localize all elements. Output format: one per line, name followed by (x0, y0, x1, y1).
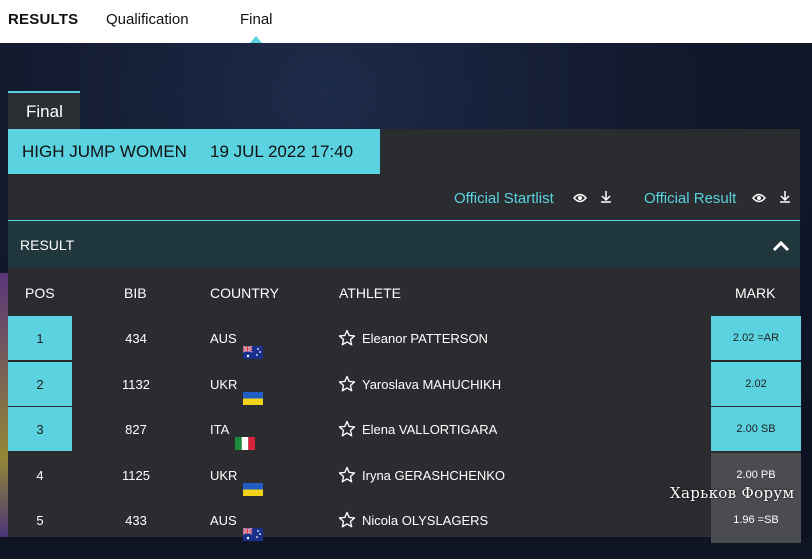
row-mark: 1.96 =SB (711, 498, 801, 543)
star-icon[interactable] (338, 466, 356, 484)
download-icon[interactable] (600, 190, 612, 206)
ukr-flag-icon (243, 378, 264, 405)
aus-flag-icon (242, 332, 263, 360)
row-bib: 434 (125, 331, 147, 346)
top-nav: RESULTS Qualification Final (0, 0, 812, 43)
header-mark: MARK (735, 285, 776, 301)
row-country: UKR (210, 453, 264, 498)
table-row[interactable]: 2 1132 UKR Yaroslava MAHUCHIKH 2.02 (8, 361, 801, 407)
row-mark: 2.02 (711, 361, 801, 407)
row-athlete-name[interactable]: Elena VALLORTIGARA (362, 407, 497, 452)
star-icon[interactable] (338, 375, 356, 393)
row-country: UKR (210, 362, 264, 407)
table-row[interactable]: 1 434 AUS Eleanor PATTERSON 2.02 =AR (8, 316, 801, 361)
star-icon[interactable] (338, 329, 356, 347)
download-icon[interactable] (779, 190, 791, 206)
table-row[interactable]: 3 827 ITA Elena VALLORTIGARA 2.00 SB (8, 407, 801, 452)
header-athlete: ATHLETE (339, 285, 401, 301)
section-tab-final[interactable]: Final (8, 91, 80, 129)
row-position: 4 (36, 467, 44, 483)
row-country-code: AUS (210, 513, 237, 528)
row-country: AUS (210, 316, 263, 361)
eye-icon[interactable] (752, 191, 766, 206)
result-section-header[interactable]: RESULT (8, 221, 800, 268)
row-country-code: UKR (210, 376, 238, 392)
star-icon[interactable] (338, 511, 356, 529)
event-datetime: 19 JUL 2022 17:40 (210, 142, 354, 161)
event-title-banner: HIGH JUMP WOMEN 19 JUL 2022 17:40 (8, 129, 380, 174)
row-mark: 2.00 SB (711, 407, 801, 452)
row-athlete-name[interactable]: Eleanor PATTERSON (362, 316, 488, 361)
star-icon[interactable] (338, 420, 356, 438)
row-country: AUS (210, 498, 263, 543)
header-bib: BIB (124, 285, 147, 301)
row-country-code: AUS (210, 331, 237, 346)
row-mark: 2.02 =AR (711, 316, 801, 361)
aus-flag-icon (242, 514, 263, 542)
event-name: HIGH JUMP WOMEN (22, 142, 187, 161)
tab-final[interactable]: Final (240, 11, 273, 28)
row-athlete-name[interactable]: Iryna GERASHCHENKO (362, 453, 505, 498)
official-startlist-link[interactable]: Official Startlist (454, 190, 554, 207)
chevron-up-icon[interactable] (772, 239, 790, 257)
row-bib: 1132 (122, 376, 150, 392)
row-position: 2 (8, 361, 72, 407)
header-pos: POS (25, 285, 55, 301)
row-position: 3 (8, 407, 72, 452)
official-result-link[interactable]: Official Result (644, 190, 736, 207)
row-bib: 433 (125, 513, 147, 528)
row-country-code: ITA (210, 422, 230, 437)
row-position: 5 (36, 513, 44, 528)
row-position: 1 (8, 316, 72, 361)
row-bib: 1125 (122, 467, 150, 483)
row-country: ITA (210, 407, 256, 452)
tab-qualification[interactable]: Qualification (106, 11, 189, 28)
nav-results[interactable]: RESULTS (8, 11, 78, 28)
row-athlete-name[interactable]: Yaroslava MAHUCHIKH (362, 362, 501, 407)
row-country-code: UKR (210, 467, 238, 483)
ita-flag-icon (235, 423, 256, 451)
row-bib: 827 (125, 422, 147, 437)
table-row[interactable]: 5 433 AUS Nicola OLYSLAGERS 1.96 =SB (8, 498, 801, 543)
ukr-flag-icon (243, 469, 264, 496)
header-country: COUNTRY (210, 285, 279, 301)
eye-icon[interactable] (573, 191, 587, 206)
row-athlete-name[interactable]: Nicola OLYSLAGERS (362, 498, 488, 543)
result-section-label: RESULT (20, 237, 75, 253)
watermark: Харьков Форум (670, 484, 795, 502)
active-tab-indicator (250, 36, 262, 43)
